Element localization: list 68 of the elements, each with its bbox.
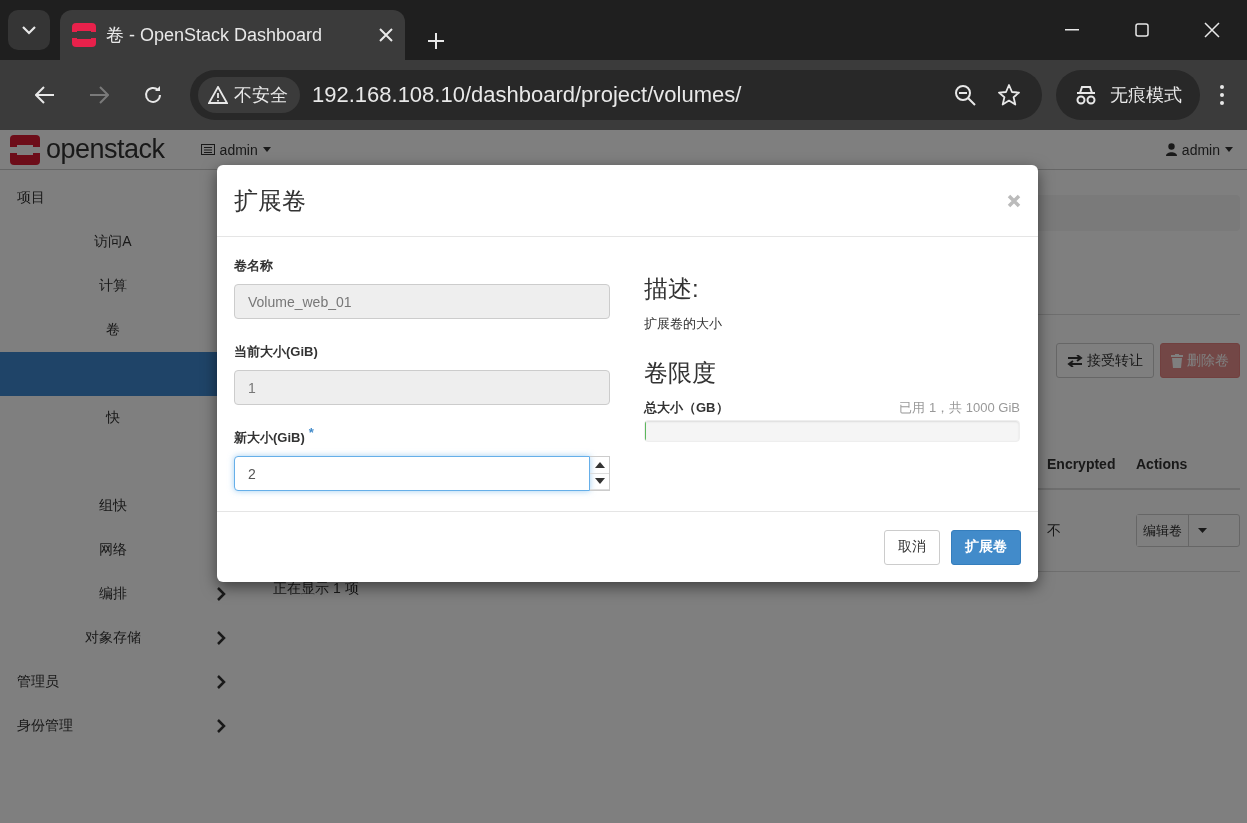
caret-icon [1198, 528, 1207, 533]
item-count-text: 正在显示 1 项 [273, 580, 359, 598]
zoom-button[interactable] [954, 84, 976, 106]
zoom-out-icon [954, 84, 976, 106]
incognito-button[interactable]: 无痕模式 [1056, 70, 1200, 120]
warning-icon [208, 86, 228, 104]
browser-tab[interactable]: 卷 - OpenStack Dashboard [60, 10, 405, 60]
cancel-button[interactable]: 取消 [884, 529, 940, 565]
minimize-icon [1065, 29, 1079, 31]
field-label: 新大小(GiB) [234, 429, 305, 447]
sidebar-item[interactable]: 编排 [0, 572, 226, 616]
url-text: 192.168.108.10/dashboard/project/volumes/ [312, 82, 743, 108]
security-chip[interactable]: 不安全 [198, 77, 300, 113]
number-field[interactable]: 2 [234, 456, 591, 491]
back-arrow-icon [35, 86, 55, 104]
description-text: 扩展卷的大小 [644, 315, 723, 333]
logo-text: openstack [46, 134, 165, 165]
reload-icon [143, 85, 163, 105]
extend-volume-button[interactable]: 扩展卷 [951, 529, 1021, 565]
close-tab-button[interactable] [379, 28, 393, 42]
server-icon [200, 144, 215, 155]
edit-volume-split-button[interactable]: 编辑卷 [1136, 514, 1240, 547]
sidebar-item[interactable]: 身份管理 [0, 704, 240, 748]
field-label: 当前大小(GiB) [234, 343, 318, 361]
close-icon [379, 28, 393, 42]
down-caret-icon[interactable] [594, 478, 605, 485]
user-dropdown[interactable]: admin [1159, 140, 1239, 159]
caret-icon [262, 147, 271, 152]
column-header: Encrypted [1047, 456, 1117, 472]
address-bar[interactable]: 不安全 192.168.108.10/dashboard/project/volumes/ [190, 70, 1042, 120]
spinner[interactable] [590, 456, 610, 491]
chevron-right-icon [216, 719, 226, 733]
quota-usage: 已用 1，共 1000 GiB [899, 399, 1020, 417]
close-icon [1007, 193, 1021, 208]
more-icon [1220, 85, 1224, 105]
limits-heading: 卷限度 [644, 358, 717, 388]
required-mark: * [308, 425, 314, 442]
project-dropdown[interactable]: admin [194, 140, 277, 159]
openstack-logo-icon [10, 134, 40, 165]
menu-button[interactable] [1220, 85, 1224, 105]
sidebar-item[interactable]: 对象存储 [0, 616, 226, 660]
bookmark-button[interactable] [998, 84, 1020, 106]
user-icon [1165, 143, 1177, 156]
column-header: Actions [1136, 456, 1189, 472]
new-tab-button[interactable] [427, 32, 445, 50]
caret-icon [1225, 147, 1233, 152]
chevron-down-icon[interactable] [22, 25, 36, 35]
close-icon [1204, 22, 1220, 38]
openstack-logo-icon [72, 23, 96, 47]
maximize-icon [1135, 23, 1149, 37]
star-icon [998, 84, 1020, 106]
forward-arrow-icon [89, 86, 109, 104]
plus-icon [427, 32, 445, 50]
quota-label: 总大小（GB） [644, 399, 729, 417]
chevron-right-icon [216, 675, 226, 689]
chevron-right-icon [216, 631, 226, 645]
exchange-icon [1067, 354, 1083, 367]
tab-title: 卷 - OpenStack Dashboard [106, 24, 324, 47]
accept-transfer-button[interactable]: 接受转让 [1056, 343, 1154, 378]
sidebar-item[interactable]: 管理员 [0, 660, 240, 704]
description-heading: 描述: [644, 274, 700, 304]
incognito-icon [1074, 85, 1098, 105]
chevron-right-icon [216, 587, 226, 601]
dialog-title: 扩展卷 [234, 185, 306, 216]
up-caret-icon[interactable] [594, 461, 605, 468]
field-label: 卷名称 [234, 257, 273, 275]
tab-search-button[interactable] [8, 10, 50, 50]
table-cell: 不 [1047, 522, 1061, 538]
